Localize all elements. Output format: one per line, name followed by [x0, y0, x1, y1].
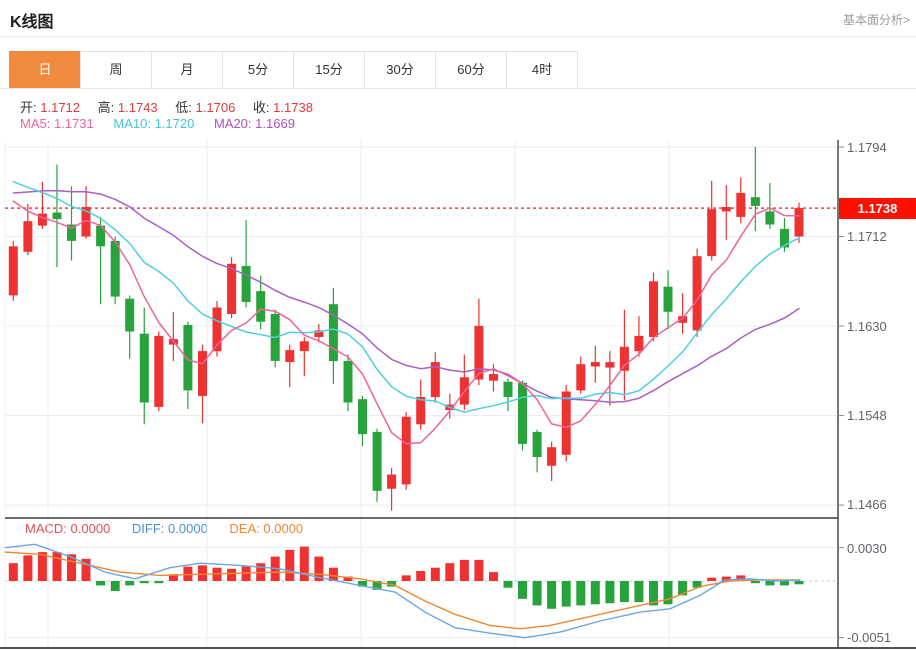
y-axis-tick-1: 1.1794	[847, 140, 887, 155]
macd-axis-tick-1: 0.0030	[847, 541, 887, 556]
macd-axis-tick-2: -0.0051	[847, 630, 892, 645]
y-axis-tick-2: 1.1712	[847, 229, 887, 244]
y-axis-tick-5: 1.1466	[847, 497, 887, 512]
kline-chart-canvas[interactable]	[0, 0, 916, 650]
last-price-tag: 1.1738	[839, 198, 916, 219]
y-axis-tick-3: 1.1630	[847, 319, 887, 334]
kline-module: K线图 基本面分析> 日 周 月 5分 15分 30分 60分 4时 开: 1.…	[0, 0, 916, 650]
y-axis-tick-4: 1.1548	[847, 408, 887, 423]
